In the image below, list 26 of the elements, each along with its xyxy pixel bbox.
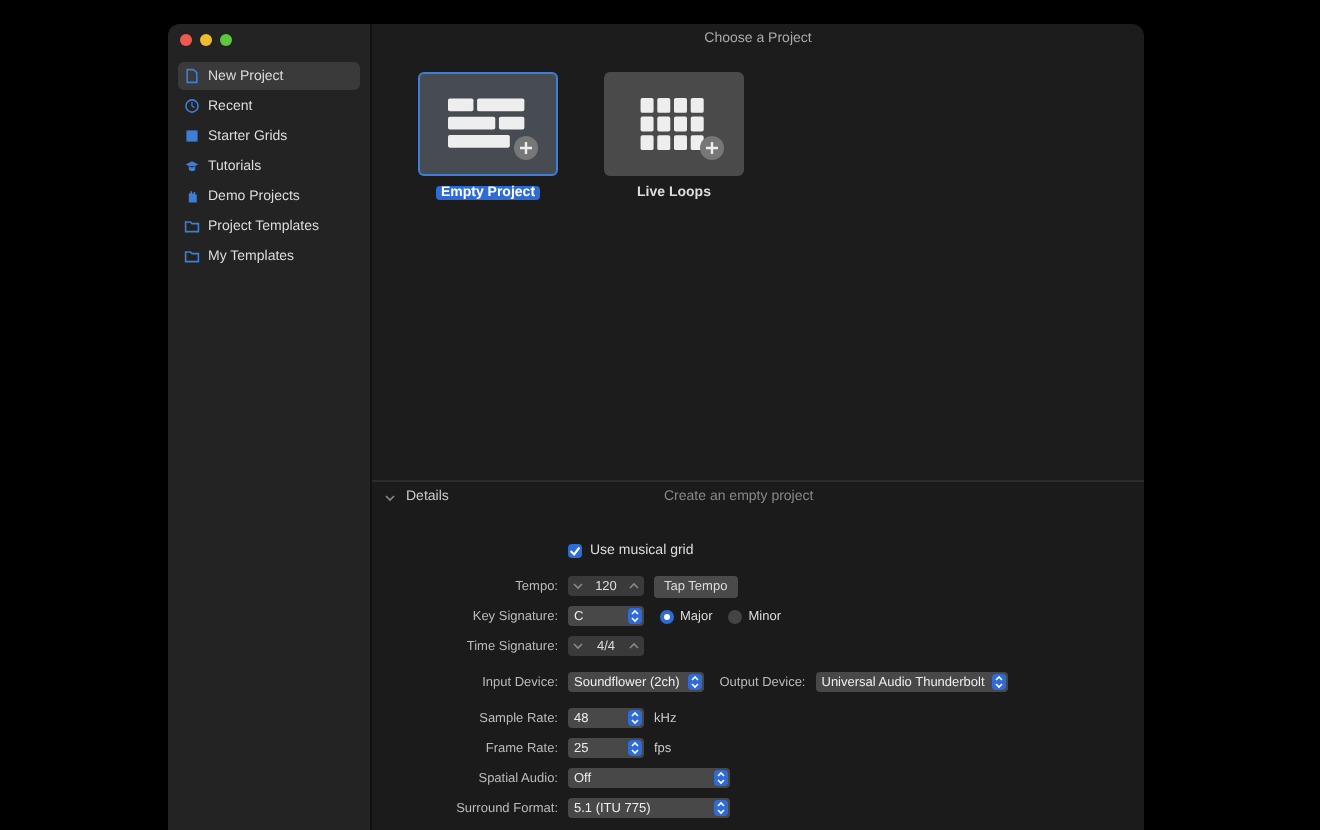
template-tile[interactable] [604, 72, 744, 176]
zoom-icon[interactable] [220, 34, 232, 46]
chevron-down-icon[interactable] [572, 580, 584, 592]
updown-icon [628, 710, 642, 726]
updown-icon [628, 740, 642, 756]
updown-icon [714, 770, 728, 786]
chevron-down-icon[interactable] [572, 640, 584, 652]
hand-icon [184, 188, 200, 204]
plus-icon [700, 136, 724, 160]
blocks-icon [448, 98, 528, 150]
template-tile[interactable] [418, 72, 558, 176]
document-icon [184, 68, 200, 84]
chevron-icon [384, 491, 396, 503]
updown-icon [687, 674, 702, 690]
plus-icon [514, 136, 538, 160]
checkbox[interactable] [568, 543, 582, 557]
clock-icon [184, 98, 200, 114]
chevron-up-icon[interactable] [627, 640, 640, 652]
updown-icon [714, 800, 728, 816]
updown-icon [992, 674, 1007, 690]
chevron-up-icon[interactable] [627, 580, 640, 592]
cap-icon [184, 158, 200, 174]
square-icon [184, 128, 200, 144]
updown-icon [628, 608, 642, 624]
close-icon[interactable] [180, 34, 192, 46]
minimize-icon[interactable] [200, 34, 212, 46]
